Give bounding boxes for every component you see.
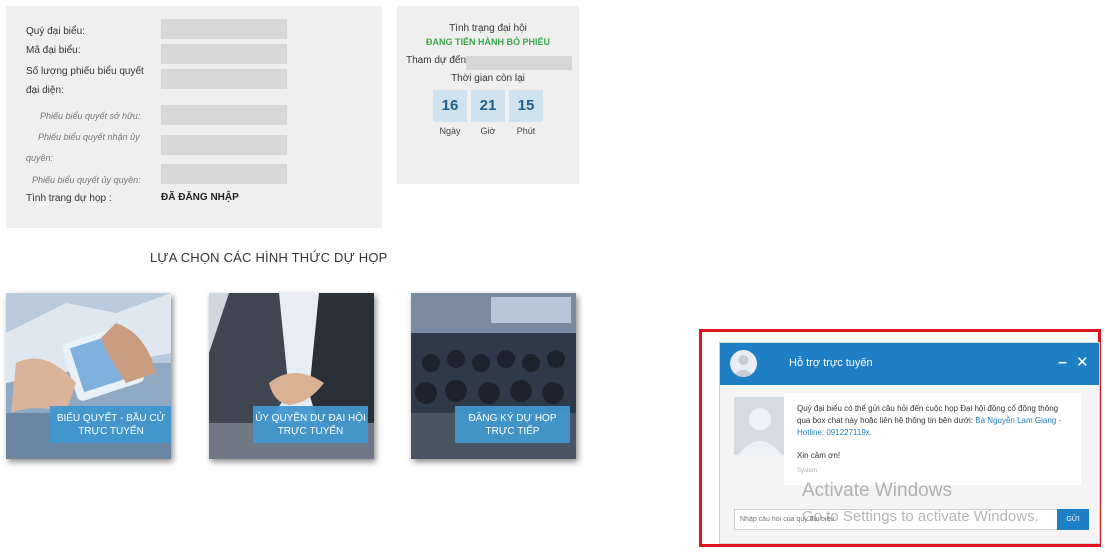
attend-value	[466, 56, 572, 70]
in-person-line2: TRỰC TIẾP	[485, 425, 540, 437]
countdown-hours: 21	[471, 90, 505, 122]
close-icon[interactable]: ✕	[1076, 353, 1089, 371]
countdown-minutes: 15	[509, 90, 543, 122]
remaining-time-label: Thời gian còn lại	[451, 73, 525, 84]
in-person-line1: ĐĂNG KÝ DỰ HỌP	[468, 412, 557, 424]
delegate-name-value	[161, 19, 287, 39]
votes-count-label-cont: đại diện:	[26, 85, 64, 96]
online-voting-button[interactable]: BIỂU QUYẾT - BẦU CỬ TRỰC TUYẾN	[50, 406, 171, 443]
proxy-line1: ỦY QUYỀN DỰ ĐẠI HỘI	[255, 412, 366, 424]
delegate-code-label: Mã đại biểu:	[26, 45, 81, 56]
chat-message: Quý đại biểu có thể gửi câu hỏi đến cuộc…	[784, 393, 1081, 485]
sender-avatar-icon	[734, 397, 786, 455]
countdown-days-label: Ngày	[439, 126, 461, 136]
options-title: LỰA CHỌN CÁC HÌNH THỨC DỰ HỌP	[150, 250, 388, 265]
delegate-code-value	[161, 44, 287, 64]
in-person-button[interactable]: ĐĂNG KÝ DỰ HỌP TRỰC TIẾP	[455, 406, 570, 443]
received-votes-label: Phiếu biểu quyết nhận ủy	[38, 132, 140, 142]
proxy-card[interactable]: ỦY QUYỀN DỰ ĐẠI HỘI TRỰC TUYẾN	[209, 293, 374, 459]
received-votes-value	[161, 135, 287, 155]
owned-votes-value	[161, 105, 287, 125]
minimize-icon[interactable]: –	[1058, 354, 1067, 372]
received-votes-label-cont: quyền:	[26, 153, 54, 163]
countdown-hours-label: Giờ	[480, 126, 496, 136]
countdown-days: 16	[433, 90, 467, 122]
chat-message-thanks: Xin cảm ơn!	[797, 451, 841, 460]
online-voting-card[interactable]: BIỂU QUYẾT - BẦU CỬ TRỰC TUYẾN	[6, 293, 171, 459]
activate-windows-watermark: Activate Windows	[802, 480, 952, 501]
delegate-name-label: Quý đại biểu:	[26, 26, 85, 37]
chat-header[interactable]: Hỗ trợ trực tuyến – ✕	[720, 343, 1099, 385]
countdown-minutes-label: Phút	[516, 126, 536, 136]
proxy-line2: TRỰC TUYẾN	[277, 425, 344, 437]
support-avatar-icon	[730, 350, 757, 377]
attendance-status-value: ĐÃ ĐĂNG NHẬP	[161, 192, 239, 203]
proxy-button[interactable]: ỦY QUYỀN DỰ ĐẠI HỘI TRỰC TUYẾN	[253, 406, 368, 443]
votes-count-value	[161, 69, 287, 89]
activate-windows-hint: Go to Settings to activate Windows.	[802, 508, 1039, 525]
votes-count-label: Số lượng phiếu biểu quyết	[26, 66, 144, 77]
delegate-info-panel: Quý đại biểu: Mã đại biểu: Số lượng phiế…	[6, 6, 382, 228]
owned-votes-label: Phiếu biểu quyết sở hữu:	[40, 111, 141, 121]
in-person-card[interactable]: ĐĂNG KÝ DỰ HỌP TRỰC TIẾP	[411, 293, 576, 459]
delegated-votes-label: Phiếu biểu quyết ủy quyền:	[32, 175, 141, 185]
online-voting-line2: TRỰC TUYẾN	[78, 425, 144, 437]
meeting-status-title: Tình trạng đại hội	[449, 23, 527, 34]
online-voting-line1: BIỂU QUYẾT - BẦU CỬ	[56, 412, 166, 424]
meeting-status-panel: Tình trạng đại hội ĐANG TIẾN HÀNH BỎ PHI…	[397, 6, 579, 184]
chat-message-text: Quý đại biểu có thể gửi câu hỏi đến cuộc…	[797, 403, 1073, 439]
send-button[interactable]: GỬI	[1057, 509, 1089, 530]
attend-label: Tham dự đến:	[406, 55, 469, 66]
delegated-votes-value	[161, 164, 287, 184]
chat-title: Hỗ trợ trực tuyến	[789, 357, 873, 369]
chat-message-sender: System	[797, 468, 818, 474]
meeting-status-badge: ĐANG TIẾN HÀNH BỎ PHIẾU	[425, 37, 550, 47]
attendance-status-label: Tình trang dự họp :	[26, 193, 112, 204]
